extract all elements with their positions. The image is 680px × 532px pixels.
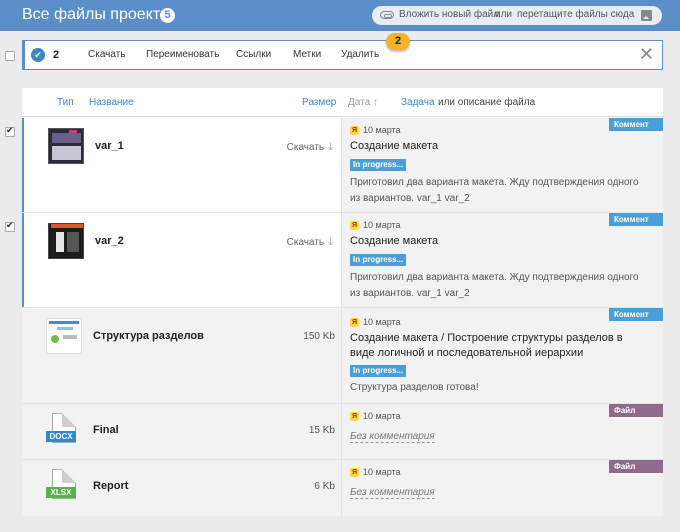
selected-count: 2 [53, 49, 60, 61]
task-link[interactable]: Создание макета / Построение структуры р… [350, 331, 650, 361]
download-label: Скачать [286, 237, 325, 248]
files-table: Тип Название Размер Дата ↑ Задача или оп… [22, 88, 663, 516]
column-size[interactable]: Размер [302, 97, 336, 108]
table-row[interactable]: var_1 Скачать ⤓ Я 10 марта Создание макет… [22, 118, 663, 213]
table-header: Тип Название Размер Дата ↑ Задача или оп… [22, 88, 663, 117]
row-date: 10 марта [363, 317, 401, 327]
no-comment-link[interactable]: Без комментария [350, 431, 435, 443]
file-size: 6 Kb [314, 481, 335, 492]
xlsx-file-icon[interactable]: XLSX [46, 469, 82, 505]
task-link[interactable]: Создание макета [350, 234, 650, 249]
row-download-button[interactable]: Скачать ⤓ [287, 236, 333, 249]
file-size: 150 Kb [303, 331, 335, 342]
bulk-actions-toolbar: ✔ 2 Скачать Переименовать Ссылки Метки У… [22, 40, 663, 70]
delete-button[interactable]: Удалить [341, 49, 379, 60]
download-button[interactable]: Скачать [88, 49, 126, 60]
no-comment-link[interactable]: Без комментария [350, 487, 435, 499]
file-thumbnail[interactable] [48, 223, 84, 259]
column-date[interactable]: Дата ↑ [348, 97, 378, 108]
rename-button[interactable]: Переименовать [146, 49, 219, 60]
check-circle-icon: ✔ [31, 48, 45, 62]
row-download-button[interactable]: Скачать ⤓ [287, 141, 333, 154]
status-badge: In progress... [350, 159, 407, 171]
drop-hint: перетащите файлы сюда [517, 9, 635, 20]
file-thumbnail[interactable] [46, 318, 82, 354]
upload-or-text: или [495, 9, 513, 20]
status-badge: In progress... [350, 254, 407, 266]
comment-tag: Коммент [609, 213, 663, 226]
download-arrow-icon: ⤓ [328, 236, 333, 248]
table-row[interactable]: XLSX Report 6 Kb Я 10 марта Без коммента… [22, 460, 663, 516]
docx-file-icon[interactable]: DOCX [46, 413, 82, 449]
row-date: 10 марта [363, 467, 401, 477]
yandex-icon: Я [350, 221, 359, 230]
tags-button[interactable]: Метки [293, 49, 321, 60]
file-thumbnail[interactable] [48, 128, 84, 164]
page-title: Все файлы проекта [22, 6, 169, 23]
row-checkbox-var1[interactable] [5, 125, 15, 137]
file-comment: Приготовил два варианта макета. Жду подт… [350, 177, 639, 204]
row-date: 10 марта [363, 220, 401, 230]
file-name[interactable]: Структура разделов [93, 330, 204, 342]
file-comment: Приготовил два варианта макета. Жду подт… [350, 272, 639, 299]
table-row[interactable]: var_2 Скачать ⤓ Я 10 марта Создание макет… [22, 213, 663, 308]
close-icon[interactable]: ✕ [639, 45, 654, 63]
file-name[interactable]: Final [93, 424, 119, 436]
column-name[interactable]: Название [89, 97, 134, 108]
row-checkbox-var2[interactable] [5, 220, 15, 232]
file-tag: Файл [609, 404, 663, 417]
file-name[interactable]: Report [93, 480, 128, 492]
column-task[interactable]: Задача [401, 97, 435, 108]
yandex-icon: Я [350, 468, 359, 477]
yandex-icon: Я [350, 318, 359, 327]
notification-badge: 2 [386, 33, 410, 50]
row-date: 10 марта [363, 125, 401, 135]
file-tag: Файл [609, 460, 663, 473]
select-all-checkbox[interactable] [5, 51, 15, 61]
paperclip-icon [380, 11, 394, 19]
column-type[interactable]: Тип [57, 97, 74, 108]
column-description: или описание файла [438, 97, 536, 108]
table-row[interactable]: Структура разделов 150 Kb Я 10 марта Соз… [22, 308, 663, 404]
upload-link[interactable]: Вложить новый файл [399, 9, 499, 20]
project-header: Все файлы проекта 5 Вложить новый файл и… [0, 0, 680, 31]
comment-tag: Коммент [609, 118, 663, 131]
file-name[interactable]: var_1 [95, 140, 124, 152]
comment-tag: Коммент [609, 308, 663, 321]
file-comment: Структура разделов готова! [350, 382, 479, 393]
file-name[interactable]: var_2 [95, 235, 124, 247]
task-link[interactable]: Создание макета [350, 139, 650, 154]
download-arrow-icon: ⤓ [328, 141, 333, 153]
table-row[interactable]: DOCX Final 15 Kb Я 10 марта Без коммента… [22, 404, 663, 460]
download-label: Скачать [286, 142, 325, 153]
upload-dropzone[interactable]: Вложить новый файл или перетащите файлы … [372, 6, 662, 25]
yandex-icon: Я [350, 412, 359, 421]
status-badge: In progress... [350, 365, 407, 377]
file-size: 15 Kb [308, 425, 335, 436]
links-button[interactable]: Ссылки [236, 49, 271, 60]
yandex-icon: Я [350, 126, 359, 135]
file-count-badge: 5 [160, 8, 175, 23]
row-date: 10 марта [363, 411, 401, 421]
image-icon[interactable] [641, 10, 652, 21]
